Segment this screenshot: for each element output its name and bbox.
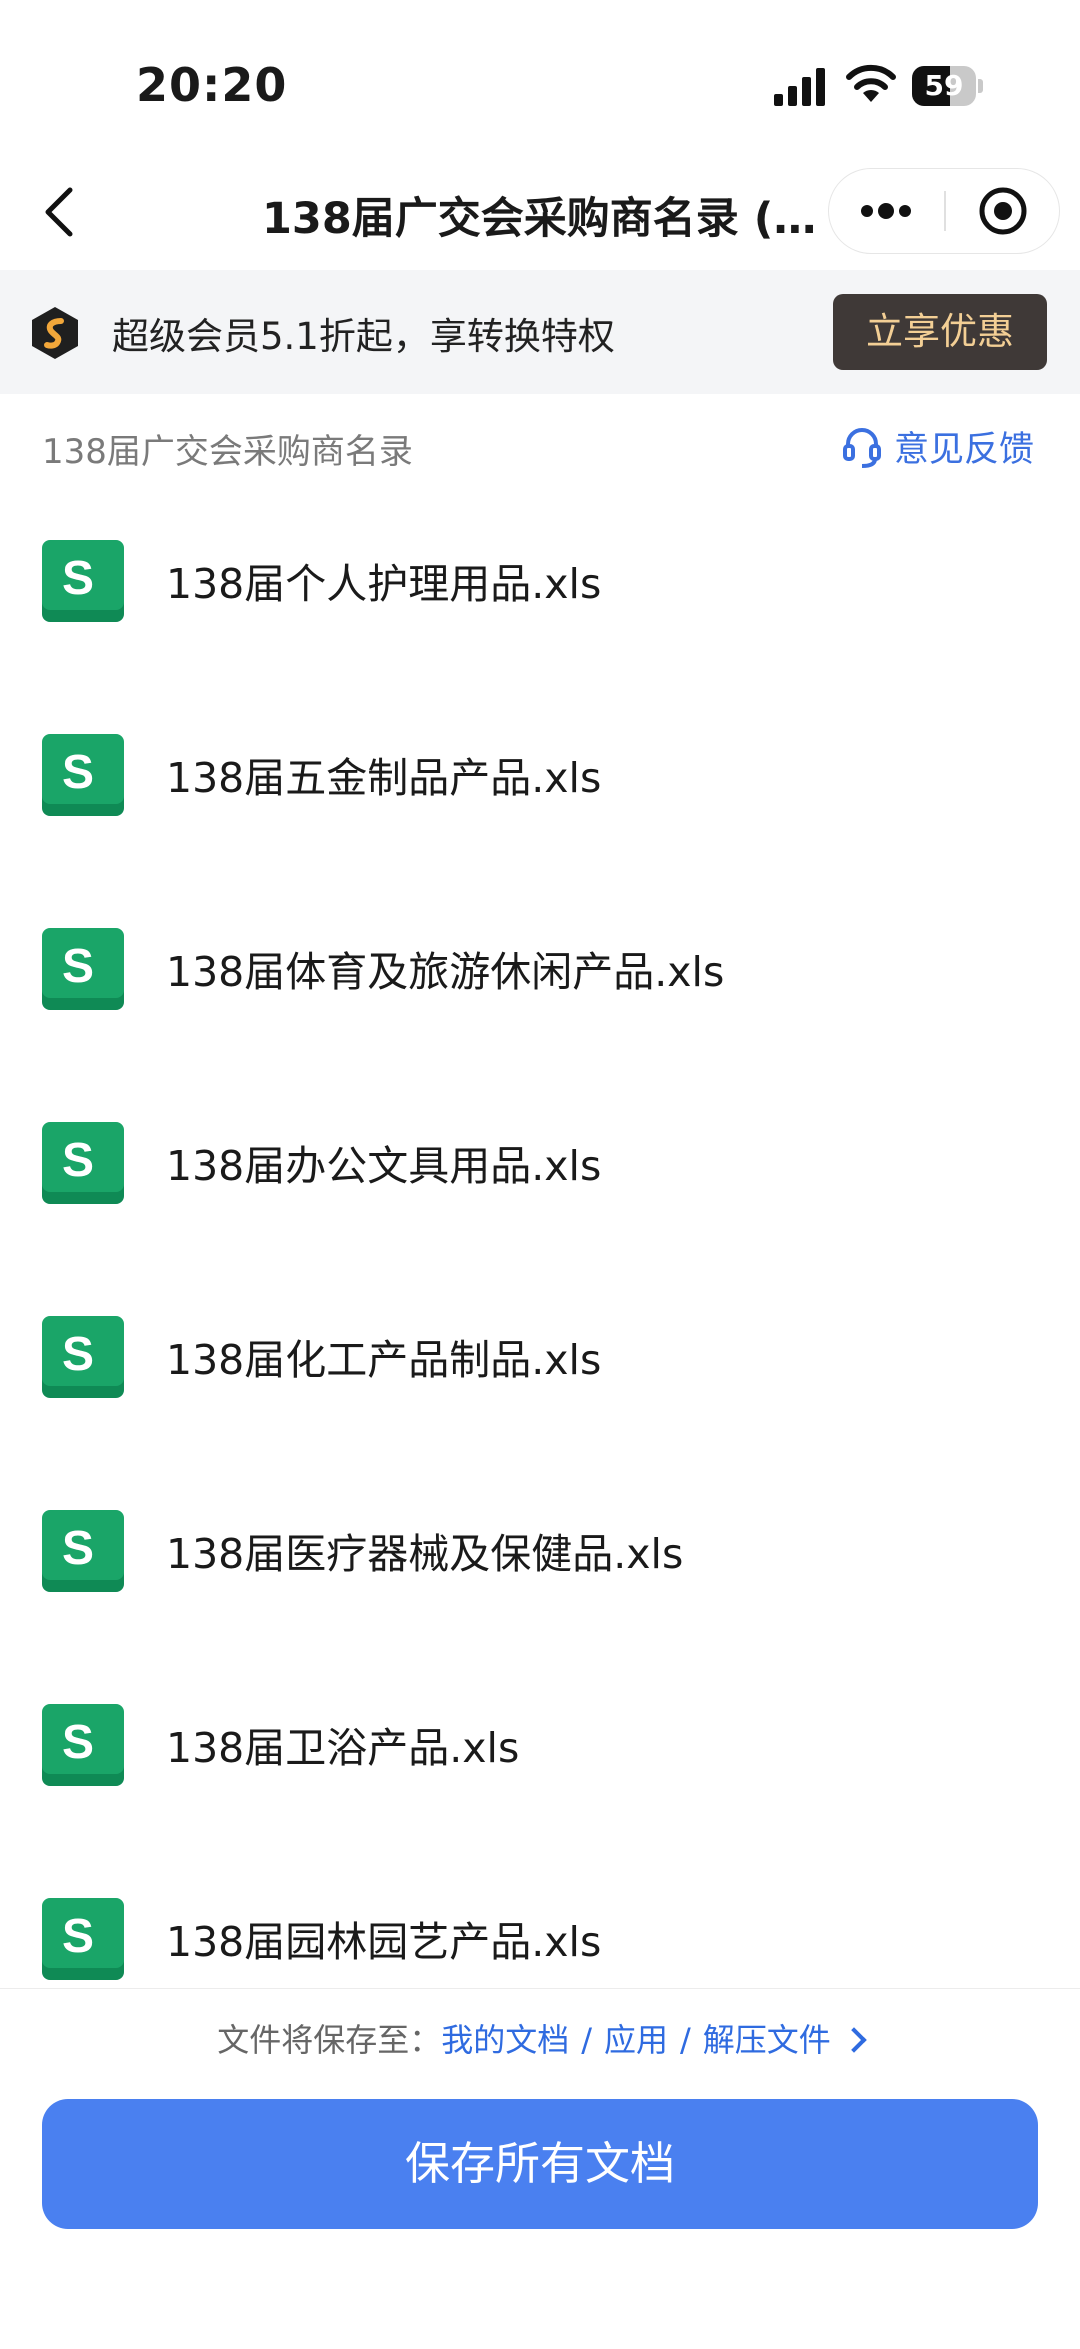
file-list-item[interactable]: S 138届体育及旅游休闲产品.xls — [0, 908, 1080, 1102]
bottom-bar: 文件将保存至：我的文档 / 应用 / 解压文件 保存所有文档 — [0, 1988, 1080, 2349]
battery-icon: 59 — [912, 66, 983, 106]
vip-hexagon-icon — [32, 307, 78, 359]
wifi-icon — [846, 64, 896, 102]
spreadsheet-icon: S — [42, 1704, 124, 1786]
signal-icon — [774, 68, 825, 106]
file-list-item[interactable]: S 138届办公文具用品.xls — [0, 1102, 1080, 1296]
feedback-label: 意见反馈 — [894, 429, 1035, 470]
status-time: 20:20 — [136, 58, 288, 112]
spreadsheet-icon-letter: S — [62, 1716, 94, 1769]
file-name: 138届化工产品制品.xls — [166, 1336, 602, 1384]
file-name: 138届五金制品产品.xls — [166, 754, 602, 802]
spreadsheet-icon-letter: S — [62, 1910, 94, 1963]
chevron-right-icon — [841, 2027, 867, 2053]
file-name: 138届园林园艺产品.xls — [166, 1918, 602, 1966]
file-list-item[interactable]: S 138届医疗器械及保健品.xls — [0, 1490, 1080, 1684]
file-list-item[interactable]: S 138届五金制品产品.xls — [0, 714, 1080, 908]
file-name: 138届医疗器械及保健品.xls — [166, 1530, 684, 1578]
spreadsheet-icon: S — [42, 540, 124, 622]
spreadsheet-icon: S — [42, 928, 124, 1010]
spreadsheet-icon: S — [42, 1316, 124, 1398]
vip-promo-banner[interactable]: 超级会员5.1折起，享转换特权 立享优惠 — [0, 270, 1080, 394]
file-list-item[interactable]: S 138届化工产品制品.xls — [0, 1296, 1080, 1490]
mini-program-capsule — [828, 168, 1060, 254]
spreadsheet-icon-letter: S — [62, 746, 94, 799]
more-dots-icon[interactable] — [829, 169, 943, 253]
spreadsheet-icon-letter: S — [62, 1134, 94, 1187]
file-list-item[interactable]: S 138届个人护理用品.xls — [0, 520, 1080, 714]
spreadsheet-icon-letter: S — [62, 1328, 94, 1381]
battery-level: 59 — [924, 69, 964, 102]
file-name: 138届个人护理用品.xls — [166, 560, 602, 608]
file-name: 138届体育及旅游休闲产品.xls — [166, 948, 725, 996]
save-path[interactable]: 文件将保存至：我的文档 / 应用 / 解压文件 — [0, 2015, 1080, 2061]
save-path-segment: 应用 — [604, 2021, 669, 2059]
file-list-item[interactable]: S 138届卫浴产品.xls — [0, 1684, 1080, 1878]
nav-bar: 138届广交会采购商名录 (1… — [0, 160, 1080, 270]
spreadsheet-icon: S — [42, 1510, 124, 1592]
spreadsheet-icon-letter: S — [62, 1522, 94, 1575]
spreadsheet-icon: S — [42, 1898, 124, 1980]
save-path-segment: 解压文件 — [702, 2021, 831, 2059]
target-circle-icon[interactable] — [947, 169, 1059, 253]
file-name: 138届办公文具用品.xls — [166, 1142, 602, 1190]
spreadsheet-icon-letter: S — [62, 940, 94, 993]
spreadsheet-icon: S — [42, 1122, 124, 1204]
save-path-label: 文件将保存至： — [217, 2021, 442, 2059]
section-title: 138届广交会采购商名录 — [42, 432, 413, 472]
save-path-separator: / — [680, 2021, 691, 2059]
save-path-separator: / — [581, 2021, 592, 2059]
page-title: 138届广交会采购商名录 (1… — [262, 194, 822, 244]
spreadsheet-icon: S — [42, 734, 124, 816]
headset-icon — [843, 428, 881, 468]
spreadsheet-icon-letter: S — [62, 552, 94, 605]
status-bar: 20:20 59 — [0, 0, 1080, 160]
file-name: 138届卫浴产品.xls — [166, 1724, 520, 1772]
claim-offer-button[interactable]: 立享优惠 — [833, 294, 1047, 370]
save-path-segment: 我的文档 — [441, 2021, 570, 2059]
save-all-documents-button[interactable]: 保存所有文档 — [42, 2099, 1038, 2229]
promo-text: 超级会员5.1折起，享转换特权 — [112, 315, 615, 358]
feedback-link[interactable]: 意见反馈 — [842, 422, 1034, 470]
capsule-divider — [944, 191, 946, 231]
chevron-left-icon[interactable] — [36, 182, 88, 242]
